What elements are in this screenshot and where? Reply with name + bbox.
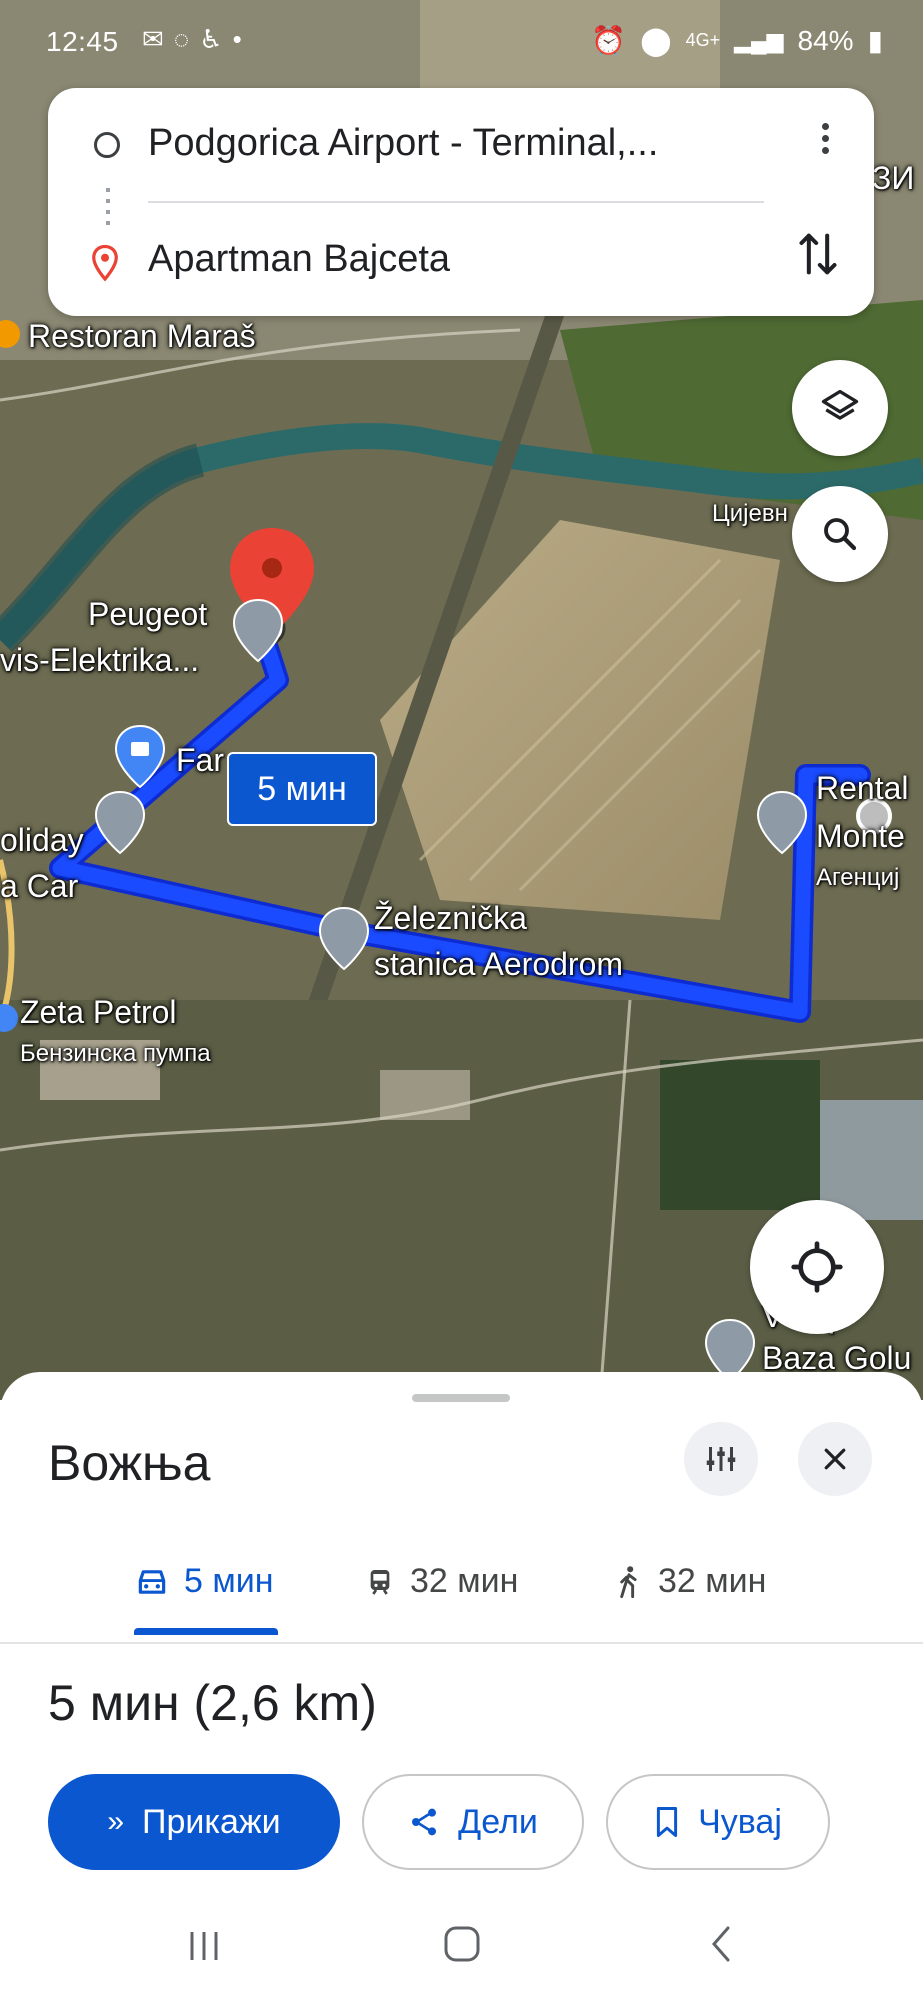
map-label-agencija: Агенциј <box>816 864 900 891</box>
recent-apps-icon[interactable] <box>184 1926 224 1966</box>
map-label-fam[interactable]: Far <box>176 742 224 779</box>
origin-field[interactable]: Podgorica Airport - Terminal,... <box>148 122 658 165</box>
share-button-label: Дели <box>458 1802 538 1841</box>
swap-direction-icon[interactable] <box>796 228 840 290</box>
chevrons-icon: » <box>107 1805 125 1838</box>
map-label-rental-sub[interactable]: Monte <box>816 818 905 855</box>
train-icon <box>370 1569 390 1595</box>
search-button[interactable] <box>792 486 888 582</box>
start-button-label: Прикажи <box>142 1802 281 1841</box>
notification-icons: ✉ ◌ ♿ • <box>142 24 242 55</box>
close-button[interactable] <box>798 1422 872 1496</box>
search-icon <box>824 518 857 551</box>
share-button[interactable]: Дели <box>362 1774 584 1870</box>
sheet-title: Вожња <box>48 1435 211 1491</box>
travel-mode-tabs: 5 мин 32 мин 32 мин <box>0 1540 923 1644</box>
share-icon <box>412 1808 437 1836</box>
tab-driving[interactable]: 5 мин <box>134 1562 274 1601</box>
layers-icon <box>821 389 859 420</box>
tab-walking[interactable]: 32 мин <box>614 1562 766 1601</box>
dot-icon: • <box>232 24 242 54</box>
back-icon[interactable] <box>702 1924 742 1964</box>
destination-field[interactable]: Apartman Bajceta <box>148 238 450 281</box>
location-icon: ⬤ <box>640 25 672 56</box>
walk-icon <box>620 1565 637 1598</box>
layers-button[interactable] <box>792 360 888 456</box>
tune-icon <box>706 1447 736 1471</box>
status-bar: 12:45 ✉ ◌ ♿ • ⏰ ⬤ 4G+ ▂▄▆ 84% ▮ <box>0 0 923 80</box>
sheet-drag-handle[interactable] <box>412 1394 510 1402</box>
destination-pin-icon <box>92 244 118 282</box>
tab-transit-label: 32 мин <box>410 1562 519 1600</box>
battery-percent: 84% <box>797 24 854 56</box>
alarm-icon: ⏰ <box>591 25 627 56</box>
my-location-button[interactable] <box>750 1200 884 1334</box>
map-label-zeleznicka-sub[interactable]: stanica Aerodrom <box>374 946 623 983</box>
map-label-benzinska: Бензинска пумпа <box>20 1040 211 1067</box>
map-label-top-right: ЗИ <box>872 160 915 196</box>
map-label-peugeot-sub[interactable]: vis-Elektrika... <box>0 642 199 679</box>
car-icon <box>138 1569 166 1594</box>
home-icon[interactable] <box>442 1924 482 1964</box>
map-label-holiday-sub[interactable]: a Car <box>0 868 78 905</box>
battery-icon: ▮ <box>867 25 883 56</box>
route-options-button[interactable] <box>684 1422 758 1496</box>
accessibility-icon: ♿ <box>199 24 223 54</box>
route-summary: 5 мин (2,6 km) <box>48 1675 377 1731</box>
tab-driving-label: 5 мин <box>184 1562 274 1600</box>
close-icon <box>824 1448 846 1470</box>
map-label-peugeot[interactable]: Peugeot <box>88 596 207 633</box>
divider <box>148 201 764 203</box>
mail-icon: ✉ <box>142 24 164 54</box>
origin-circle-icon <box>94 132 120 158</box>
map-label-zeta-petrol[interactable]: Zeta Petrol <box>20 994 177 1031</box>
map-label-river: Цијевн <box>712 500 788 527</box>
active-tab-indicator <box>134 1628 278 1635</box>
crosshair-icon <box>791 1241 843 1293</box>
system-nav-bar <box>0 1890 923 2000</box>
start-button[interactable]: » Прикажи <box>48 1774 340 1870</box>
status-time: 12:45 <box>46 26 119 57</box>
bookmark-icon <box>657 1806 678 1838</box>
save-button[interactable]: Чувај <box>606 1774 830 1870</box>
directions-card: Podgorica Airport - Terminal,... Apartma… <box>48 88 874 316</box>
network-type: 4G+ <box>685 30 721 50</box>
signal-icon: ▂▄▆ <box>734 27 784 53</box>
map-label-restoran[interactable]: Restoran Maraš <box>28 318 256 355</box>
whatsapp-icon: ◌ <box>173 24 190 54</box>
tab-walking-label: 32 мин <box>658 1562 767 1600</box>
map-label-zeleznicka[interactable]: Železnička <box>374 900 527 937</box>
route-time-badge[interactable]: 5 мин <box>227 752 377 826</box>
map-label-holiday[interactable]: oliday <box>0 822 84 859</box>
more-options-icon[interactable] <box>822 118 834 159</box>
tab-transit[interactable]: 32 мин <box>364 1562 518 1601</box>
save-button-label: Чувај <box>698 1802 782 1841</box>
map-label-rental[interactable]: Rental <box>816 770 909 807</box>
route-dots-icon <box>106 188 110 228</box>
